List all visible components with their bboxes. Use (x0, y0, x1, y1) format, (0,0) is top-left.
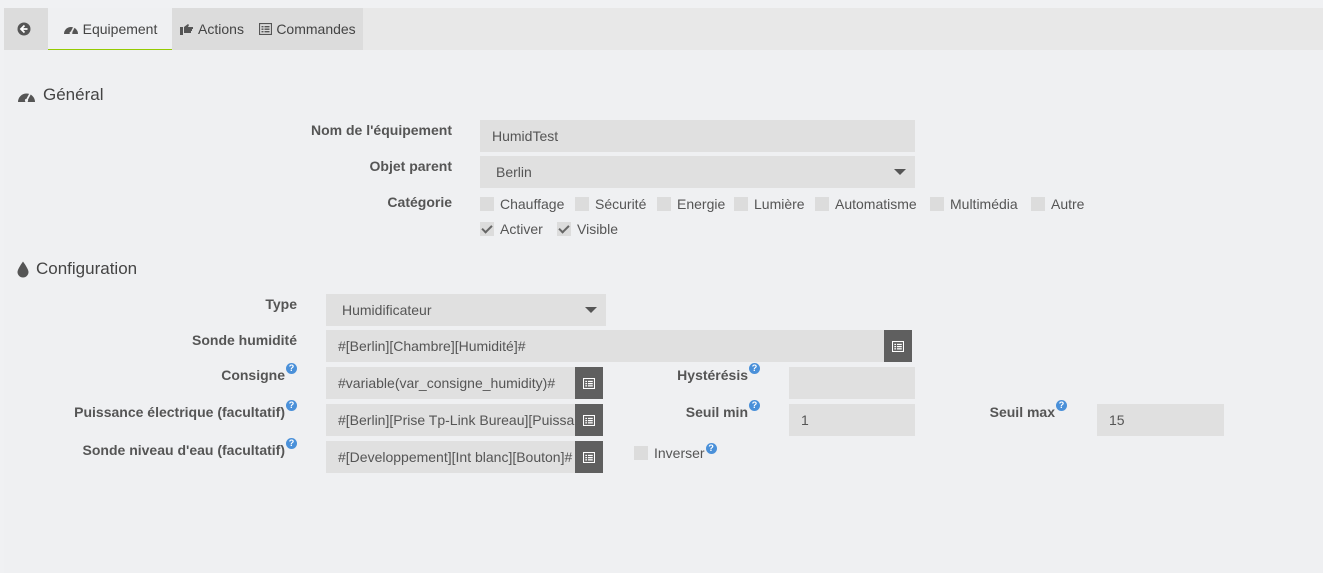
list-alt-icon (583, 377, 595, 389)
tint-icon (17, 261, 29, 277)
category-securite[interactable]: Sécurité (575, 196, 646, 212)
puissance-label-text: Puissance électrique (facultatif) (74, 404, 285, 420)
checkbox[interactable] (575, 197, 589, 211)
list-alt-icon (259, 23, 273, 35)
help-icon[interactable]: ? (286, 363, 297, 374)
chevron-down-icon (894, 169, 906, 175)
checkbox[interactable] (815, 197, 829, 211)
checkbox[interactable] (930, 197, 944, 211)
category-label: Energie (677, 196, 726, 212)
section-configuration: Configuration (17, 259, 137, 279)
category-lumiere[interactable]: Lumière (734, 196, 805, 212)
tachometer-icon (63, 26, 78, 35)
checkbox[interactable] (657, 197, 671, 211)
category-label: Autre (1051, 196, 1085, 212)
seuil-min-label-text: Seuil min (685, 404, 748, 420)
visible-checkbox[interactable]: Visible (557, 221, 618, 237)
sonde-humidite-field[interactable]: #[Berlin][Chambre][Humidité]# (326, 330, 884, 362)
category-autre[interactable]: Autre (1031, 196, 1084, 212)
seuil-max-label: Seuil max? (989, 400, 1067, 420)
checkbox[interactable] (734, 197, 748, 211)
tab-commandes-label: Commandes (276, 21, 356, 37)
niveau-eau-select-button[interactable] (575, 441, 603, 473)
category-multimedia[interactable]: Multimédia (930, 196, 1018, 212)
tab-equipement-label: Equipement (82, 20, 158, 37)
checkbox[interactable] (1031, 197, 1045, 211)
category-automatisme[interactable]: Automatisme (815, 196, 917, 212)
section-configuration-title: Configuration (36, 259, 138, 278)
puissance-field[interactable]: #[Berlin][Prise Tp-Link Bureau][Puissanc… (326, 404, 575, 436)
puissance-select-button[interactable] (575, 404, 603, 436)
sonde-humidite-select-button[interactable] (884, 330, 912, 362)
hand-pointer-icon (180, 24, 194, 35)
visible-label: Visible (577, 221, 618, 237)
name-field[interactable]: HumidTest (480, 120, 915, 152)
tachometer-icon (18, 93, 35, 102)
checkbox[interactable] (480, 222, 494, 236)
category-label: Automatisme (835, 196, 917, 212)
hysteresis-label-text: Hystérésis (677, 367, 748, 383)
seuil-max-label-text: Seuil max (989, 404, 1055, 420)
consigne-select-button[interactable] (575, 367, 603, 399)
type-select[interactable]: Humidificateur (326, 294, 606, 326)
type-label: Type (265, 296, 297, 312)
tab-commandes[interactable]: Commandes (252, 8, 363, 50)
tab-actions-label: Actions (198, 21, 244, 37)
category-label: Chauffage (500, 196, 565, 212)
category-label: Lumière (754, 196, 805, 212)
parent-select-value: Berlin (496, 164, 532, 180)
checkbox[interactable] (634, 446, 648, 460)
type-select-value: Humidificateur (342, 302, 432, 318)
tab-actions[interactable]: Actions (172, 8, 252, 50)
activer-label: Activer (500, 221, 543, 237)
inverser-checkbox[interactable]: Inverser? (634, 442, 717, 461)
sonde-humidite-label: Sonde humidité (192, 332, 297, 348)
activer-checkbox[interactable]: Activer (480, 221, 543, 237)
help-icon[interactable]: ? (749, 363, 760, 374)
category-label: Multimédia (950, 196, 1018, 212)
section-general: Général (17, 85, 103, 105)
list-alt-icon (583, 451, 595, 463)
name-label: Nom de l'équipement (310, 122, 452, 138)
seuil-min-label: Seuil min? (685, 400, 760, 420)
seuil-min-field[interactable]: 1 (789, 404, 915, 436)
help-icon[interactable]: ? (705, 442, 717, 454)
category-energie[interactable]: Energie (657, 196, 725, 212)
help-icon[interactable]: ? (286, 400, 297, 411)
puissance-label: Puissance électrique (facultatif)? (74, 400, 297, 420)
inverser-label: Inverser (654, 445, 705, 461)
hysteresis-field[interactable] (789, 367, 915, 399)
back-button[interactable] (4, 8, 48, 50)
seuil-max-field[interactable]: 15 (1097, 404, 1224, 436)
chevron-down-icon (585, 307, 597, 313)
niveau-eau-field[interactable]: #[Developpement][Int blanc][Bouton]# (326, 441, 575, 473)
checkbox[interactable] (557, 222, 571, 236)
category-label: Catégorie (387, 194, 452, 210)
checkbox[interactable] (480, 197, 494, 211)
tab-equipement[interactable]: Equipement (48, 8, 172, 50)
arrow-circle-left-icon (17, 22, 31, 36)
consigne-label-text: Consigne (221, 367, 285, 383)
parent-label: Objet parent (369, 158, 452, 174)
niveau-eau-label-text: Sonde niveau d'eau (facultatif) (82, 442, 285, 458)
section-general-title: Général (43, 85, 104, 104)
parent-select[interactable]: Berlin (480, 156, 915, 188)
list-alt-icon (892, 340, 904, 352)
consigne-field[interactable]: #variable(var_consigne_humidity)# (326, 367, 575, 399)
hysteresis-label: Hystérésis? (677, 363, 760, 383)
help-icon[interactable]: ? (1056, 400, 1067, 411)
help-icon[interactable]: ? (286, 438, 297, 449)
help-icon[interactable]: ? (749, 400, 760, 411)
main-panel (4, 8, 1323, 573)
category-chauffage[interactable]: Chauffage (480, 196, 564, 212)
niveau-eau-label: Sonde niveau d'eau (facultatif)? (82, 438, 297, 458)
consigne-label: Consigne? (221, 363, 297, 383)
list-alt-icon (583, 414, 595, 426)
category-label: Sécurité (595, 196, 647, 212)
